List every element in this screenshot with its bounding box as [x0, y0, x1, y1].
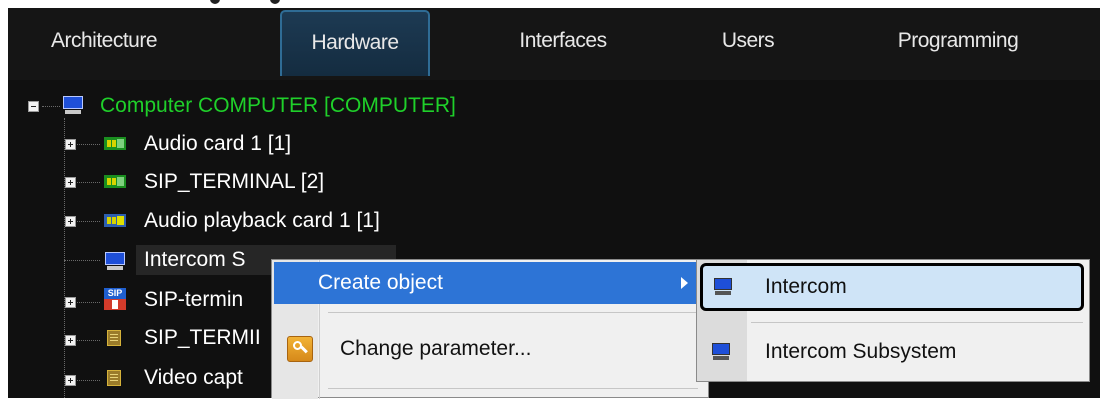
tree-item-label: Audio card 1 [1] — [144, 132, 292, 155]
menu-item-intercom[interactable]: Intercom — [700, 263, 1084, 311]
tab-architecture[interactable]: Architecture — [8, 10, 200, 76]
menu-item-create-object[interactable]: Create object — [274, 262, 704, 304]
tree-item-label: SIP_TERMINAL [2] — [144, 170, 325, 193]
tab-programming[interactable]: Programming — [868, 10, 1048, 76]
tree-connector — [64, 260, 100, 261]
sip-terminal-icon: SIP — [104, 288, 126, 310]
menu-item-label: Create object — [318, 271, 443, 294]
expand-toggle[interactable] — [65, 375, 76, 386]
audio-card-icon — [104, 172, 128, 190]
chip-icon — [104, 328, 124, 348]
expand-toggle[interactable] — [65, 297, 76, 308]
menu-separator — [328, 312, 698, 313]
intercom-monitor-icon — [104, 252, 126, 270]
collapse-toggle[interactable] — [28, 101, 39, 112]
menu-item-change-parameter[interactable]: Change parameter... — [274, 328, 704, 370]
key-icon — [287, 336, 313, 362]
tree-connector — [64, 118, 65, 398]
tree-item-label: SIP_TERMII — [144, 326, 261, 349]
monitor-icon — [713, 278, 733, 296]
tree-item-label: SIP-termin — [144, 288, 244, 311]
tab-users[interactable]: Users — [698, 10, 798, 76]
expand-toggle[interactable] — [65, 177, 76, 188]
audio-card-icon — [104, 134, 128, 152]
menu-separator — [751, 322, 1083, 323]
tree-item-label: Computer COMPUTER [COMPUTER] — [100, 94, 456, 117]
expand-toggle[interactable] — [65, 335, 76, 346]
menu-item-label: Intercom Subsystem — [765, 340, 957, 363]
menu-item-label: Change parameter... — [340, 337, 532, 360]
chip-icon — [104, 368, 124, 388]
create-object-submenu: Intercom Intercom Subsystem — [696, 259, 1090, 382]
expand-toggle[interactable] — [65, 216, 76, 227]
menu-item-label: Intercom — [765, 275, 847, 298]
tree-item-label: Video capt — [144, 366, 243, 389]
tab-interfaces[interactable]: Interfaces — [488, 10, 638, 76]
cropped-text-fragment — [210, 0, 280, 6]
monitor-icon — [711, 343, 731, 361]
menu-separator — [328, 388, 698, 389]
submenu-arrow-icon — [681, 277, 688, 289]
context-menu: Create object Change parameter... — [271, 259, 709, 399]
expand-toggle[interactable] — [65, 139, 76, 150]
top-strip — [0, 0, 1100, 8]
tree-connector — [42, 106, 60, 107]
tree-item-label: Audio playback card 1 [1] — [144, 209, 380, 232]
playback-card-icon — [104, 211, 128, 229]
computer-monitor-icon — [62, 96, 84, 114]
tab-bar: Architecture Hardware Interfaces Users P… — [8, 8, 1100, 80]
menu-item-intercom-subsystem[interactable]: Intercom Subsystem — [697, 328, 1089, 376]
tab-hardware[interactable]: Hardware — [280, 10, 430, 76]
